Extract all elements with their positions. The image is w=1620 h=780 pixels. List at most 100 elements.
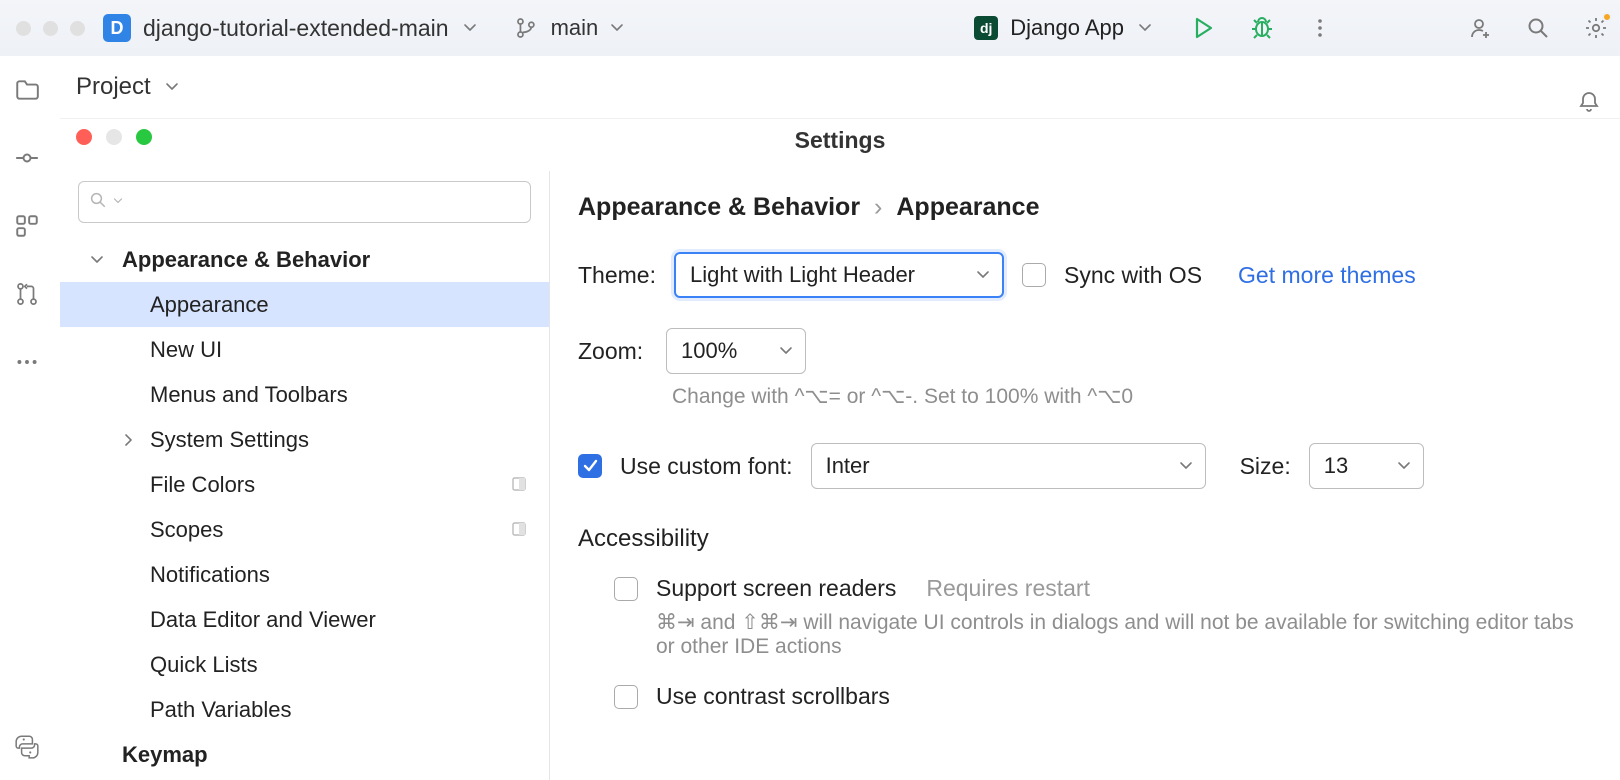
settings-update-dot-icon — [1602, 12, 1612, 22]
project-dropdown-icon[interactable] — [461, 21, 479, 35]
nav-item-label: Notifications — [150, 562, 270, 588]
chevron-down-icon — [1397, 453, 1411, 479]
accessibility-heading: Accessibility — [578, 525, 1592, 553]
run-config-name: Django App — [1010, 15, 1124, 41]
custom-font-checkbox[interactable] — [578, 454, 602, 478]
settings-search-input[interactable] — [78, 181, 531, 223]
screen-readers-label[interactable]: Support screen readers — [656, 575, 896, 602]
font-size-input[interactable]: 13 — [1309, 443, 1424, 489]
nav-header-label: Appearance & Behavior — [122, 247, 370, 273]
main-toolbar: D django-tutorial-extended-main main dj … — [0, 0, 1620, 56]
theme-value: Light with Light Header — [690, 262, 915, 288]
commit-tool-button[interactable] — [13, 144, 41, 172]
search-icon — [89, 191, 107, 214]
nav-quick-lists[interactable]: Quick Lists — [60, 642, 549, 687]
nav-menus-toolbars[interactable]: Menus and Toolbars — [60, 372, 549, 417]
theme-label: Theme: — [578, 262, 656, 289]
nav-new-ui[interactable]: New UI — [60, 327, 549, 372]
nav-path-variables[interactable]: Path Variables — [60, 687, 549, 732]
search-history-dropdown-icon[interactable] — [113, 193, 123, 211]
python-console-button[interactable] — [13, 732, 41, 760]
traffic-close-icon[interactable] — [16, 21, 31, 36]
breadcrumb-sep-icon: › — [874, 193, 882, 222]
chevron-down-icon — [90, 247, 104, 273]
get-more-themes-link[interactable]: Get more themes — [1238, 262, 1416, 289]
zoom-select[interactable]: 100% — [666, 328, 806, 374]
project-pane-dropdown-icon[interactable] — [163, 80, 181, 94]
window-traffic-lights — [10, 21, 91, 36]
sync-os-label[interactable]: Sync with OS — [1064, 262, 1202, 289]
git-branch-widget[interactable]: main — [513, 14, 627, 42]
settings-content-panel: Appearance & Behavior › Appearance Theme… — [550, 171, 1620, 780]
zoom-value: 100% — [681, 338, 737, 364]
nav-item-label: New UI — [150, 337, 222, 363]
project-icon: D — [103, 14, 131, 42]
nav-item-label: System Settings — [150, 427, 309, 453]
breadcrumb-root[interactable]: Appearance & Behavior — [578, 193, 860, 222]
structure-tool-button[interactable] — [13, 212, 41, 240]
nav-item-label: Appearance — [150, 292, 269, 318]
nav-item-label: Menus and Toolbars — [150, 382, 348, 408]
search-everywhere-button[interactable] — [1524, 14, 1552, 42]
screen-readers-checkbox[interactable] — [614, 577, 638, 601]
font-size-label: Size: — [1240, 453, 1291, 480]
requires-restart-label: Requires restart — [926, 575, 1090, 602]
settings-tree: Appearance & Behavior Appearance New UI … — [60, 171, 550, 780]
traffic-max-icon[interactable] — [70, 21, 85, 36]
sync-os-checkbox[interactable] — [1022, 263, 1046, 287]
nav-item-label: Keymap — [122, 742, 208, 768]
run-config-selector[interactable]: dj Django App — [974, 15, 1154, 41]
pull-requests-tool-button[interactable] — [13, 280, 41, 308]
more-actions-button[interactable] — [1306, 14, 1334, 42]
font-select[interactable]: Inter — [811, 443, 1206, 489]
project-tool-button[interactable] — [13, 76, 41, 104]
nav-data-editor[interactable]: Data Editor and Viewer — [60, 597, 549, 642]
django-icon: dj — [974, 16, 998, 40]
contrast-scrollbars-checkbox[interactable] — [614, 685, 638, 709]
run-config-dropdown-icon — [1136, 21, 1154, 35]
left-tool-strip — [0, 56, 54, 780]
font-value: Inter — [826, 453, 870, 479]
settings-dialog: Settings Appearance & Behavior Appearanc… — [60, 118, 1620, 780]
project-name[interactable]: django-tutorial-extended-main — [143, 15, 449, 42]
project-level-icon — [511, 472, 527, 498]
traffic-min-icon[interactable] — [43, 21, 58, 36]
project-level-icon — [511, 517, 527, 543]
font-size-value: 13 — [1324, 453, 1348, 479]
run-button[interactable] — [1190, 14, 1218, 42]
chevron-down-icon — [976, 262, 990, 288]
chevron-down-icon — [779, 338, 793, 364]
dialog-title: Settings — [60, 127, 1620, 154]
ide-settings-button[interactable] — [1582, 14, 1610, 42]
nav-appearance-behavior[interactable]: Appearance & Behavior — [60, 237, 549, 282]
more-tools-button[interactable] — [13, 348, 41, 376]
screen-readers-hint: ⌘⇥ and ⇧⌘⇥ will navigate UI controls in … — [656, 610, 1592, 659]
nav-file-colors[interactable]: File Colors — [60, 462, 549, 507]
nav-item-label: File Colors — [150, 472, 255, 498]
toolbar-right — [1466, 14, 1610, 42]
toolbar-actions — [1190, 14, 1334, 42]
branch-icon — [513, 14, 541, 42]
code-with-me-button[interactable] — [1466, 14, 1494, 42]
breadcrumb: Appearance & Behavior › Appearance — [578, 193, 1592, 222]
nav-item-label: Data Editor and Viewer — [150, 607, 376, 633]
nav-system-settings[interactable]: System Settings — [60, 417, 549, 462]
branch-dropdown-icon — [608, 21, 626, 35]
branch-name: main — [551, 15, 599, 41]
nav-item-label: Scopes — [150, 517, 223, 543]
nav-appearance[interactable]: Appearance — [60, 282, 549, 327]
nav-notifications[interactable]: Notifications — [60, 552, 549, 597]
nav-item-label: Quick Lists — [150, 652, 258, 678]
chevron-right-icon — [122, 427, 136, 453]
breadcrumb-leaf: Appearance — [896, 193, 1039, 222]
contrast-scrollbars-label[interactable]: Use contrast scrollbars — [656, 683, 890, 710]
nav-keymap[interactable]: Keymap — [60, 732, 549, 777]
project-pane-title[interactable]: Project — [76, 73, 151, 101]
debug-button[interactable] — [1248, 14, 1276, 42]
chevron-down-icon — [1179, 453, 1193, 479]
nav-scopes[interactable]: Scopes — [60, 507, 549, 552]
zoom-hint: Change with ^⌥= or ^⌥-. Set to 100% with… — [672, 384, 1592, 409]
custom-font-label[interactable]: Use custom font: — [620, 453, 793, 480]
theme-select[interactable]: Light with Light Header — [674, 252, 1004, 298]
notifications-button[interactable] — [1575, 88, 1603, 116]
